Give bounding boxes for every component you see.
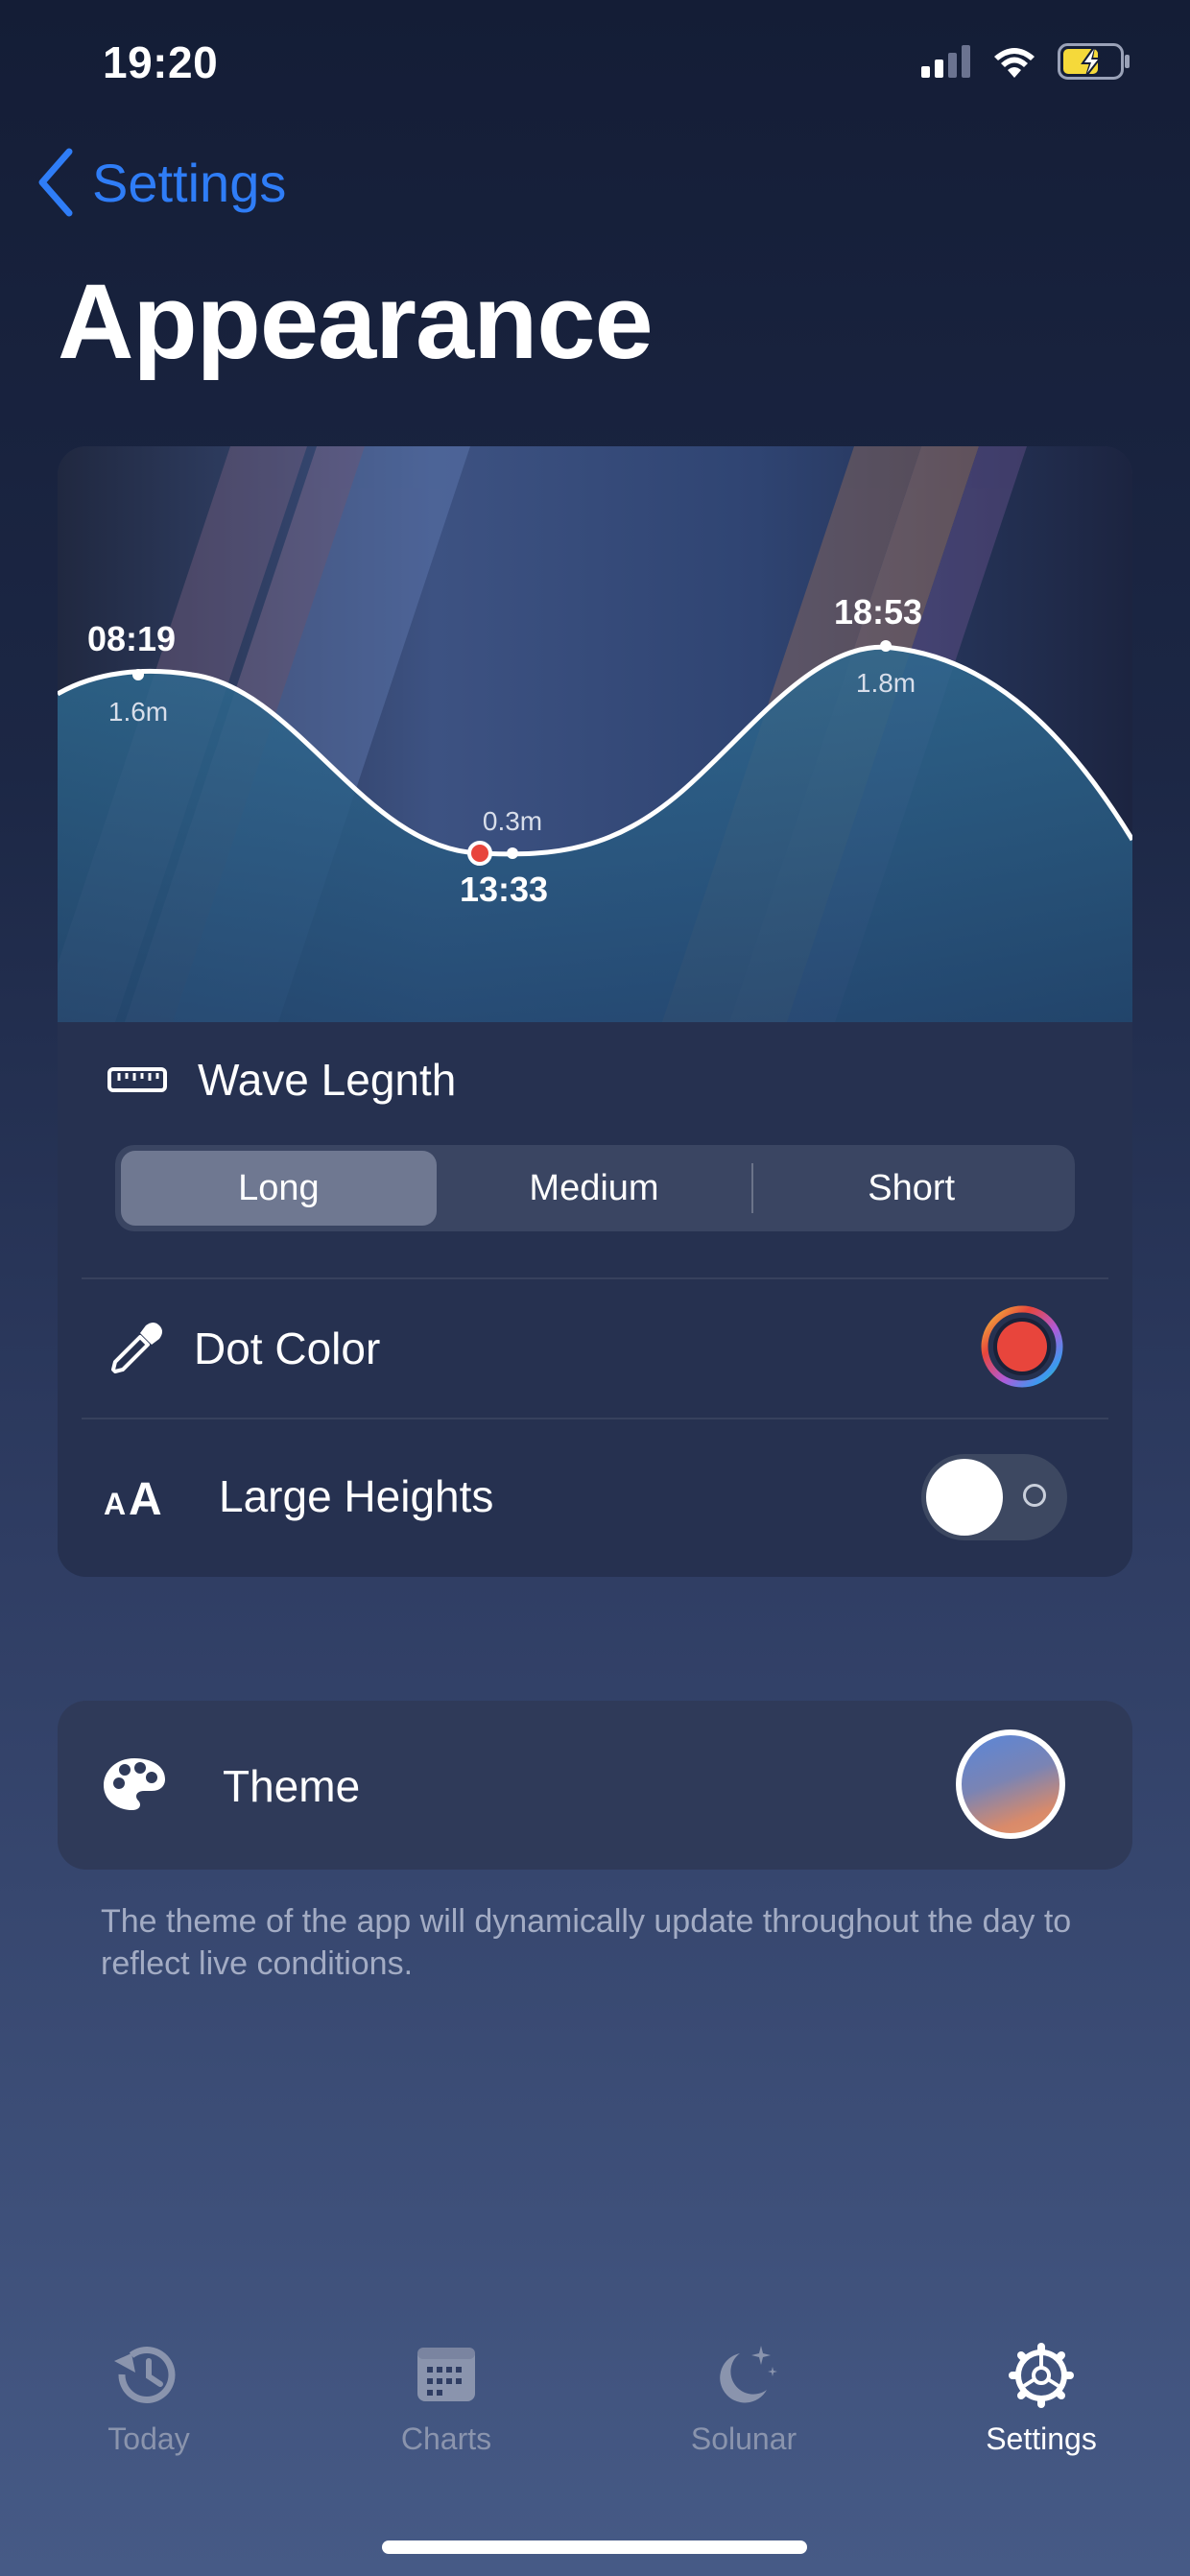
large-heights-toggle[interactable]	[921, 1454, 1067, 1540]
wifi-icon	[994, 48, 1035, 78]
chevron-left-icon	[38, 148, 73, 217]
home-indicator	[382, 2540, 807, 2554]
back-label: Settings	[92, 152, 287, 213]
wave-length-label: Wave Legnth	[198, 1055, 457, 1105]
status-icons	[921, 42, 1130, 81]
tide-time-label: 08:19	[87, 619, 176, 658]
ruler-icon	[107, 1067, 167, 1092]
tab-bar: Today Charts Solunar Settings	[0, 2342, 1190, 2476]
tab-charts-label: Charts	[400, 2421, 492, 2456]
tide-time-label: 18:53	[834, 592, 922, 632]
tab-settings[interactable]: Settings	[936, 2342, 1147, 2457]
cellular-signal-icon	[921, 45, 970, 78]
eyedropper-icon	[111, 1323, 162, 1373]
dot-color-label: Dot Color	[194, 1324, 381, 1373]
gear-icon	[1009, 2343, 1074, 2408]
tide-preview-chart: 08:19 1.6m 0.3m 13:33 18:53 1.8m	[58, 446, 1132, 1022]
tab-solunar[interactable]: Solunar	[638, 2342, 849, 2457]
toggle-off-indicator	[1023, 1484, 1046, 1507]
tide-height-label: 1.6m	[108, 697, 168, 727]
text-size-icon: A A	[104, 1474, 162, 1518]
dot-color-row[interactable]: Dot Color	[58, 1279, 1132, 1418]
theme-swatch[interactable]	[956, 1729, 1065, 1839]
high-tide-marker-1	[132, 669, 144, 680]
wave-length-row: Wave Legnth	[58, 1022, 1132, 1137]
status-time: 19:20	[103, 37, 219, 87]
appearance-card: 08:19 1.6m 0.3m 13:33 18:53 1.8m Wave Le…	[58, 446, 1132, 1577]
color-picker-button[interactable]	[981, 1305, 1063, 1393]
tab-today-label: Today	[107, 2421, 190, 2456]
svg-text:A: A	[129, 1474, 162, 1518]
page-title: Appearance	[58, 263, 654, 381]
current-time-dot	[467, 841, 492, 866]
segment-short[interactable]: Short	[753, 1151, 1069, 1226]
calendar-icon	[417, 2348, 475, 2401]
tab-settings-label: Settings	[986, 2421, 1097, 2456]
large-heights-label: Large Heights	[219, 1471, 494, 1521]
tab-charts[interactable]: Charts	[341, 2342, 552, 2457]
tide-time-label: 13:33	[460, 870, 548, 909]
tide-height-label: 0.3m	[483, 806, 542, 836]
high-tide-marker-2	[880, 640, 892, 652]
low-tide-marker	[507, 847, 518, 859]
clock-history-icon	[114, 2347, 176, 2403]
moon-stars-icon	[720, 2346, 777, 2403]
wave-length-segmented-control[interactable]: Long Medium Short	[115, 1145, 1075, 1231]
toggle-knob	[926, 1459, 1003, 1536]
back-button[interactable]: Settings	[36, 148, 286, 217]
theme-footnote: The theme of the app will dynamically up…	[101, 1903, 1072, 1982]
color-wheel-icon	[981, 1305, 1063, 1387]
segment-long[interactable]: Long	[121, 1151, 437, 1226]
tab-solunar-label: Solunar	[690, 2421, 797, 2456]
tab-today[interactable]: Today	[43, 2342, 254, 2457]
battery-charging-icon	[1058, 43, 1130, 80]
theme-row[interactable]: Theme	[58, 1701, 1132, 1870]
tide-height-label: 1.8m	[856, 668, 916, 698]
segment-medium[interactable]: Medium	[437, 1151, 752, 1226]
svg-text:A: A	[104, 1487, 126, 1518]
theme-label: Theme	[223, 1761, 361, 1811]
palette-icon	[104, 1758, 165, 1810]
